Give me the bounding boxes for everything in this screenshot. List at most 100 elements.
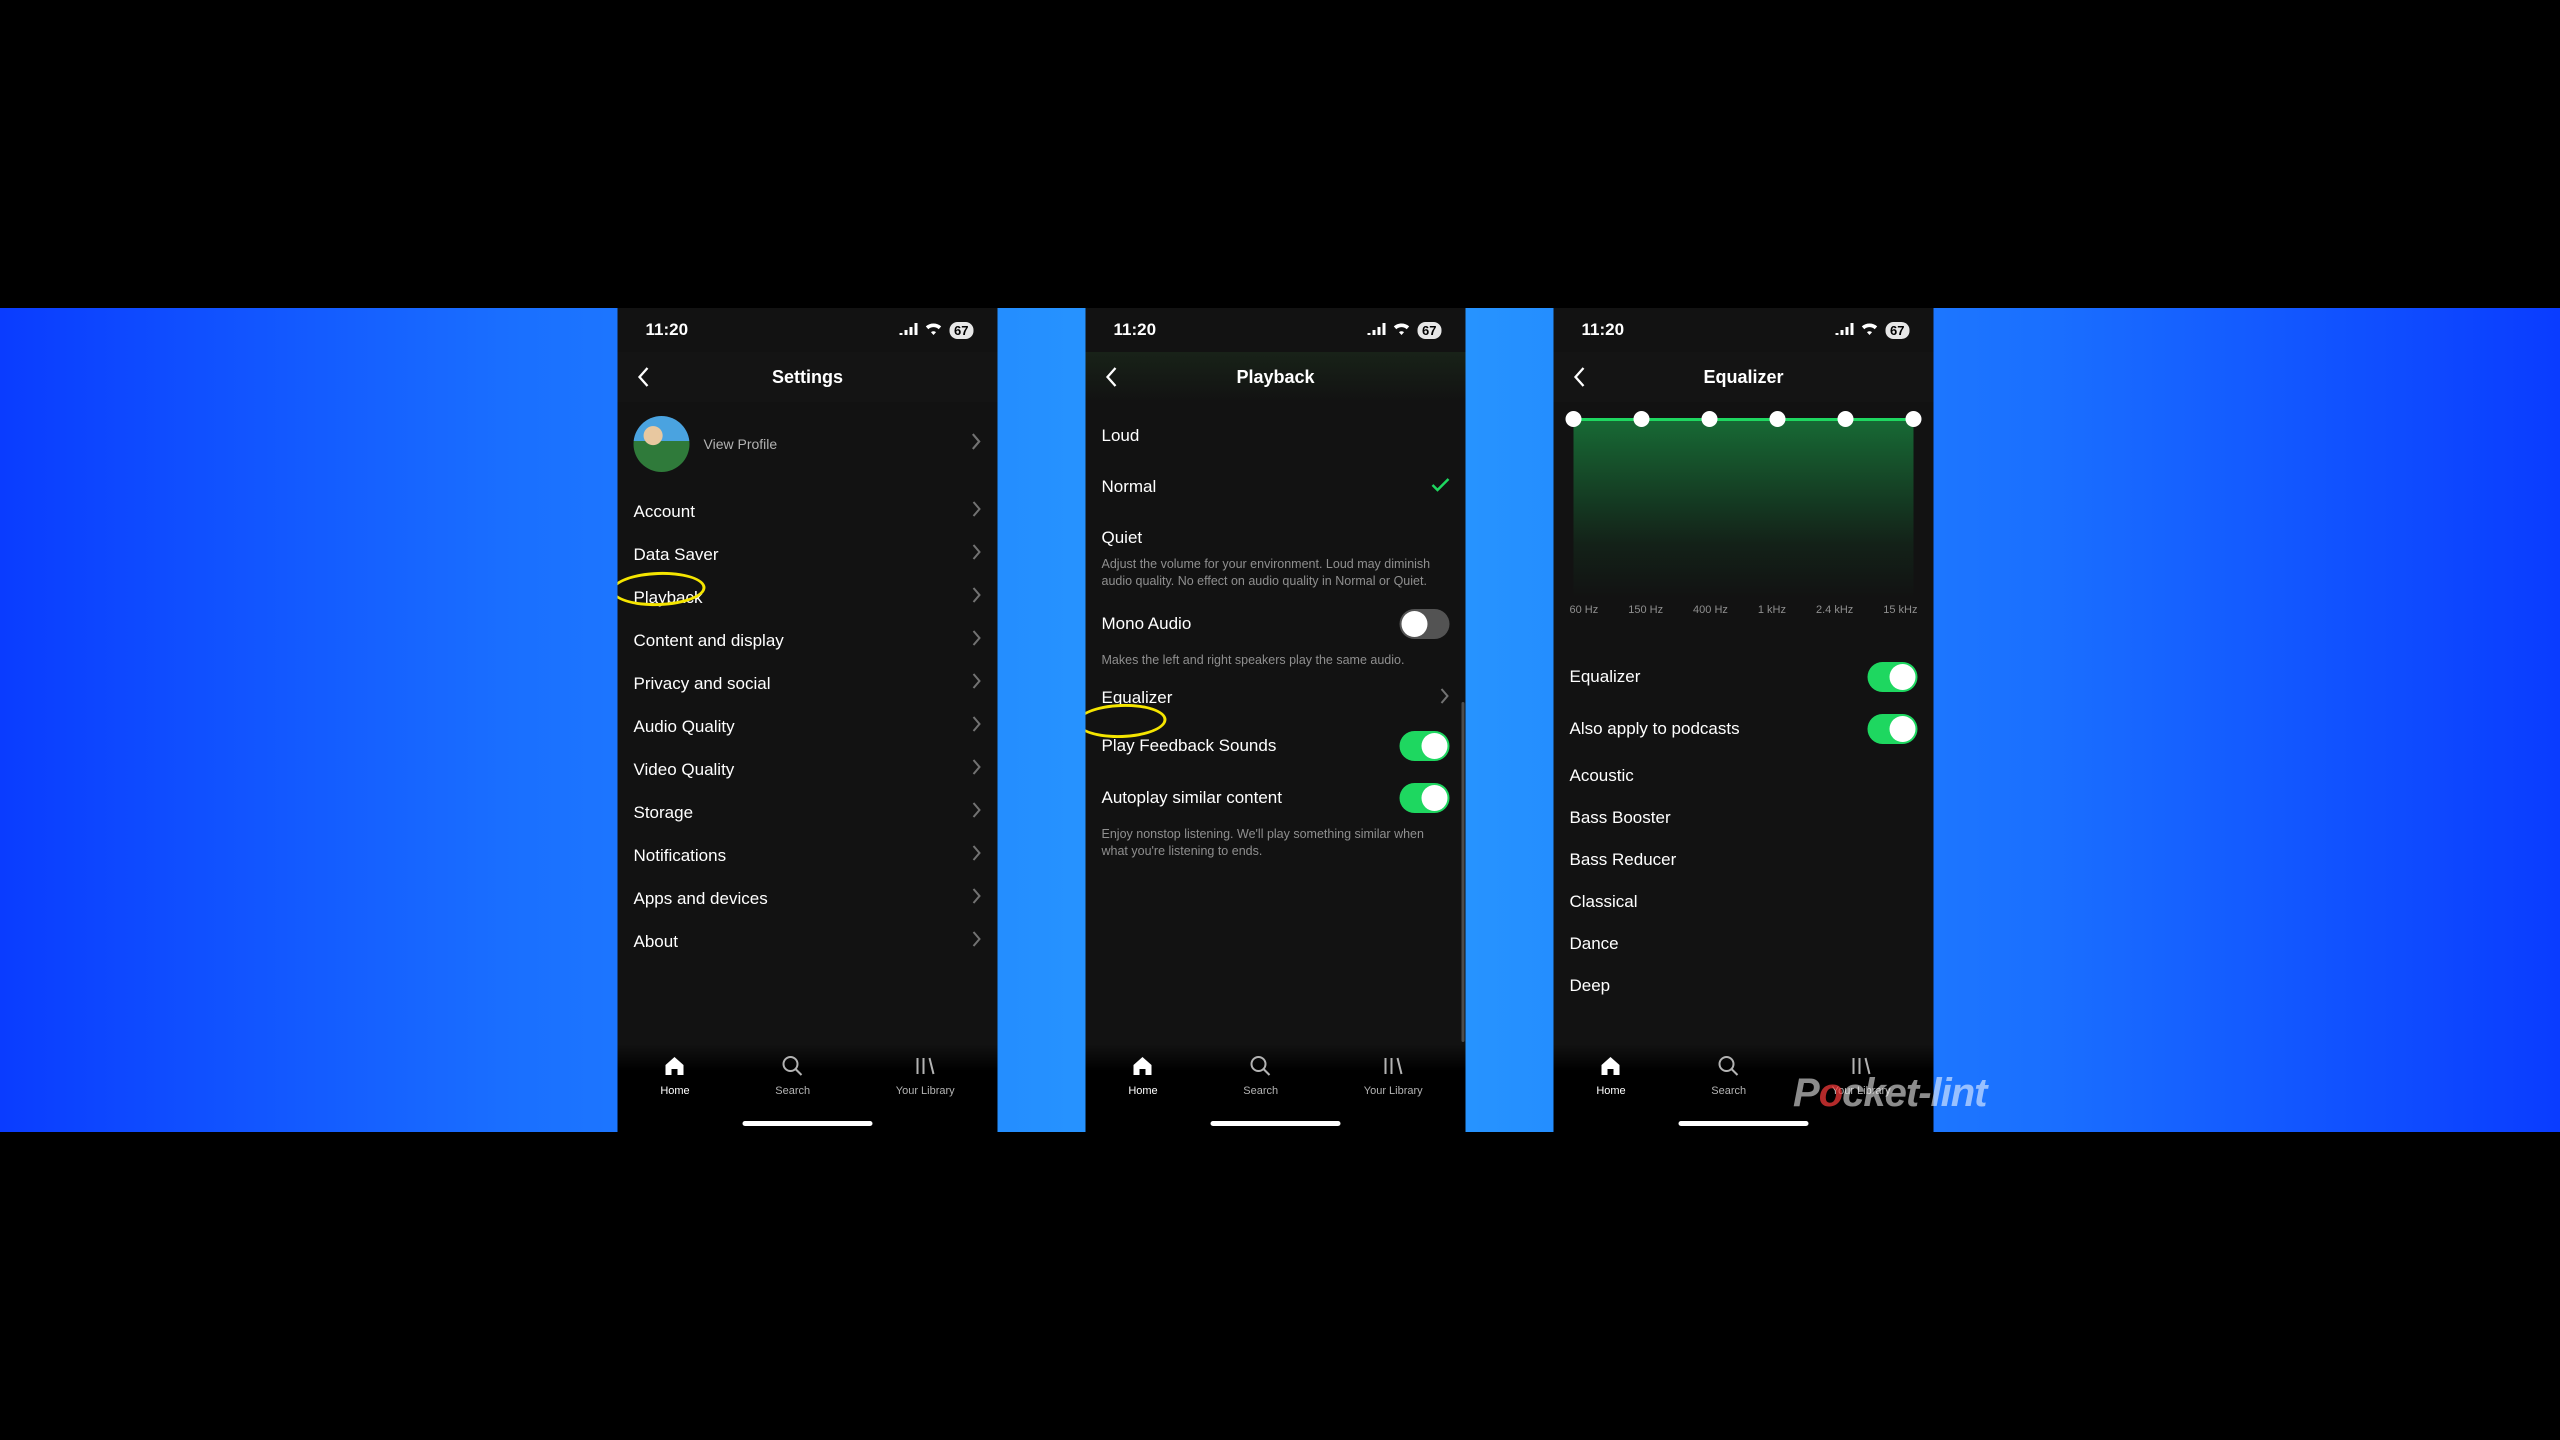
podcast-switch-row[interactable]: Also apply to podcasts <box>1568 703 1920 755</box>
status-bar: 11:20 67 <box>1554 308 1934 352</box>
equalizer-row[interactable]: Equalizer <box>1100 677 1452 720</box>
mono-audio-row[interactable]: Mono Audio <box>1100 598 1452 650</box>
equalizer-band-labels: 60 Hz 150 Hz 400 Hz 1 kHz 2.4 kHz 15 kHz <box>1570 598 1918 630</box>
settings-item-label: Account <box>634 502 695 522</box>
band-label: 1 kHz <box>1758 604 1786 616</box>
mono-audio-description: Makes the left and right speakers play t… <box>1100 650 1452 677</box>
tab-home[interactable]: Home <box>1128 1054 1157 1097</box>
chevron-right-icon <box>972 845 982 866</box>
preset-label: Dance <box>1570 934 1619 954</box>
settings-item-account[interactable]: Account <box>632 490 984 533</box>
tab-label: Home <box>660 1085 689 1097</box>
feedback-sounds-row[interactable]: Play Feedback Sounds <box>1100 720 1452 772</box>
band-label: 60 Hz <box>1570 604 1599 616</box>
battery-indicator: 67 <box>1885 322 1909 339</box>
profile-row[interactable]: View Profile <box>632 402 984 490</box>
settings-item-content[interactable]: Content and display <box>632 619 984 662</box>
settings-item-privacy[interactable]: Privacy and social <box>632 662 984 705</box>
chevron-right-icon <box>972 673 982 694</box>
search-icon <box>1249 1054 1273 1081</box>
back-button[interactable] <box>1566 363 1594 391</box>
tab-search[interactable]: Search <box>1243 1054 1278 1097</box>
tab-label: Your Library <box>1364 1085 1423 1097</box>
tab-library[interactable]: Your Library <box>1832 1054 1891 1097</box>
equalizer-handle-60hz[interactable] <box>1566 411 1582 427</box>
battery-indicator: 67 <box>949 322 973 339</box>
avatar <box>634 416 690 472</box>
settings-item-audioquality[interactable]: Audio Quality <box>632 705 984 748</box>
tab-search[interactable]: Search <box>775 1054 810 1097</box>
settings-item-playback[interactable]: Playback <box>632 576 984 619</box>
band-label: 150 Hz <box>1628 604 1663 616</box>
autoplay-row[interactable]: Autoplay similar content <box>1100 772 1452 824</box>
equalizer-handle-150hz[interactable] <box>1634 411 1650 427</box>
chevron-right-icon <box>972 888 982 909</box>
equalizer-switch-row[interactable]: Equalizer <box>1568 634 1920 703</box>
volume-option-loud[interactable]: Loud <box>1100 402 1452 457</box>
equalizer-graph[interactable] <box>1574 418 1914 598</box>
chevron-right-icon <box>972 544 982 565</box>
band-label: 15 kHz <box>1883 604 1917 616</box>
tab-bar: Home Search Your Library <box>618 1044 998 1132</box>
equalizer-handle-15khz[interactable] <box>1906 411 1922 427</box>
band-label: 400 Hz <box>1693 604 1728 616</box>
volume-option-quiet[interactable]: Quiet <box>1100 517 1452 554</box>
preset-acoustic[interactable]: Acoustic <box>1568 755 1920 797</box>
preset-label: Deep <box>1570 976 1611 996</box>
setting-label: Mono Audio <box>1102 614 1192 634</box>
equalizer-handle-1khz[interactable] <box>1770 411 1786 427</box>
preset-bass-booster[interactable]: Bass Booster <box>1568 797 1920 839</box>
settings-item-label: Audio Quality <box>634 717 735 737</box>
mono-audio-toggle[interactable] <box>1400 609 1450 639</box>
settings-item-about[interactable]: About <box>632 920 984 963</box>
tab-bar: Home Search Your Library <box>1086 1044 1466 1132</box>
preset-deep[interactable]: Deep <box>1568 965 1920 1007</box>
chevron-right-icon <box>972 802 982 823</box>
settings-item-datasaver[interactable]: Data Saver <box>632 533 984 576</box>
tab-search[interactable]: Search <box>1711 1054 1746 1097</box>
back-button[interactable] <box>1098 363 1126 391</box>
preset-bass-reducer[interactable]: Bass Reducer <box>1568 839 1920 881</box>
page-title: Playback <box>1236 367 1314 388</box>
chevron-right-icon <box>972 716 982 737</box>
settings-item-storage[interactable]: Storage <box>632 791 984 834</box>
phone-playback: 11:20 67 Playback Loud Normal Quiet Adju… <box>1086 308 1466 1132</box>
tab-bar: Home Search Your Library <box>1554 1044 1934 1132</box>
wifi-icon <box>924 320 942 340</box>
status-time: 11:20 <box>1114 320 1157 340</box>
settings-item-label: Storage <box>634 803 694 823</box>
settings-item-label: About <box>634 932 678 952</box>
tab-library[interactable]: Your Library <box>896 1054 955 1097</box>
signal-icon <box>1835 320 1853 340</box>
volume-option-normal[interactable]: Normal <box>1100 457 1452 517</box>
autoplay-toggle[interactable] <box>1400 783 1450 813</box>
equalizer-toggle[interactable] <box>1868 662 1918 692</box>
preset-label: Classical <box>1570 892 1638 912</box>
checkmark-icon <box>1432 478 1450 497</box>
tab-label: Your Library <box>1832 1085 1891 1097</box>
settings-item-apps[interactable]: Apps and devices <box>632 877 984 920</box>
tab-home[interactable]: Home <box>1596 1054 1625 1097</box>
settings-content: View Profile Account Data Saver Playback… <box>618 402 998 1044</box>
letterbox-top <box>0 0 2560 308</box>
tab-label: Home <box>1128 1085 1157 1097</box>
equalizer-handle-2-4khz[interactable] <box>1838 411 1854 427</box>
podcast-toggle[interactable] <box>1868 714 1918 744</box>
status-bar: 11:20 67 <box>1086 308 1466 352</box>
tab-home[interactable]: Home <box>660 1054 689 1097</box>
library-icon <box>913 1054 937 1081</box>
nav-header: Settings <box>618 352 998 402</box>
status-indicators: 67 <box>1367 320 1441 340</box>
settings-item-notifications[interactable]: Notifications <box>632 834 984 877</box>
equalizer-handle-400hz[interactable] <box>1702 411 1718 427</box>
preset-dance[interactable]: Dance <box>1568 923 1920 965</box>
scrollbar[interactable] <box>1462 702 1465 1042</box>
preset-classical[interactable]: Classical <box>1568 881 1920 923</box>
feedback-sounds-toggle[interactable] <box>1400 731 1450 761</box>
wifi-icon <box>1392 320 1410 340</box>
chevron-right-icon <box>971 433 982 455</box>
settings-item-videoquality[interactable]: Video Quality <box>632 748 984 791</box>
preset-label: Acoustic <box>1570 766 1634 786</box>
tab-library[interactable]: Your Library <box>1364 1054 1423 1097</box>
back-button[interactable] <box>630 363 658 391</box>
